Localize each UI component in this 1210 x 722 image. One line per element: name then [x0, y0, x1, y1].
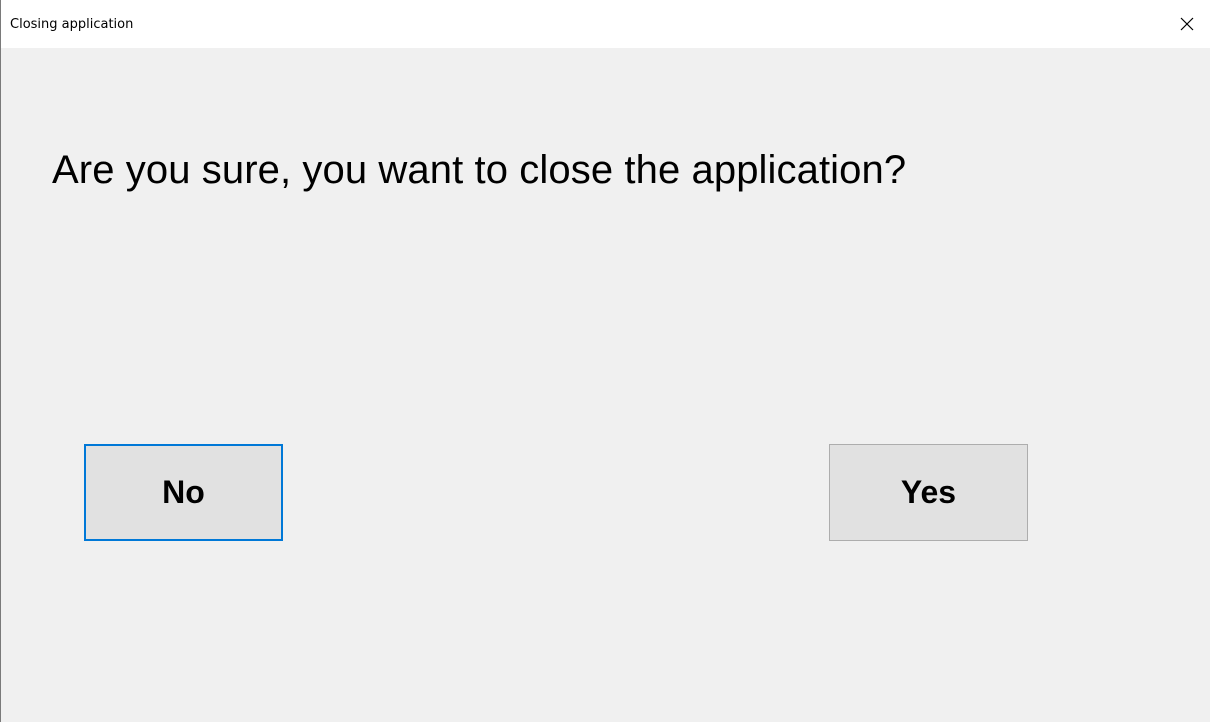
window-title: Closing application [10, 17, 134, 32]
close-button[interactable] [1164, 0, 1210, 48]
title-bar: Closing application [1, 0, 1210, 48]
close-icon [1180, 17, 1194, 31]
dialog-body: Are you sure, you want to close the appl… [1, 48, 1210, 722]
confirmation-message: Are you sure, you want to close the appl… [52, 148, 907, 192]
no-button[interactable]: No [84, 444, 283, 541]
yes-button[interactable]: Yes [829, 444, 1028, 541]
dialog-window: Closing application Are you sure, you wa… [0, 0, 1210, 722]
